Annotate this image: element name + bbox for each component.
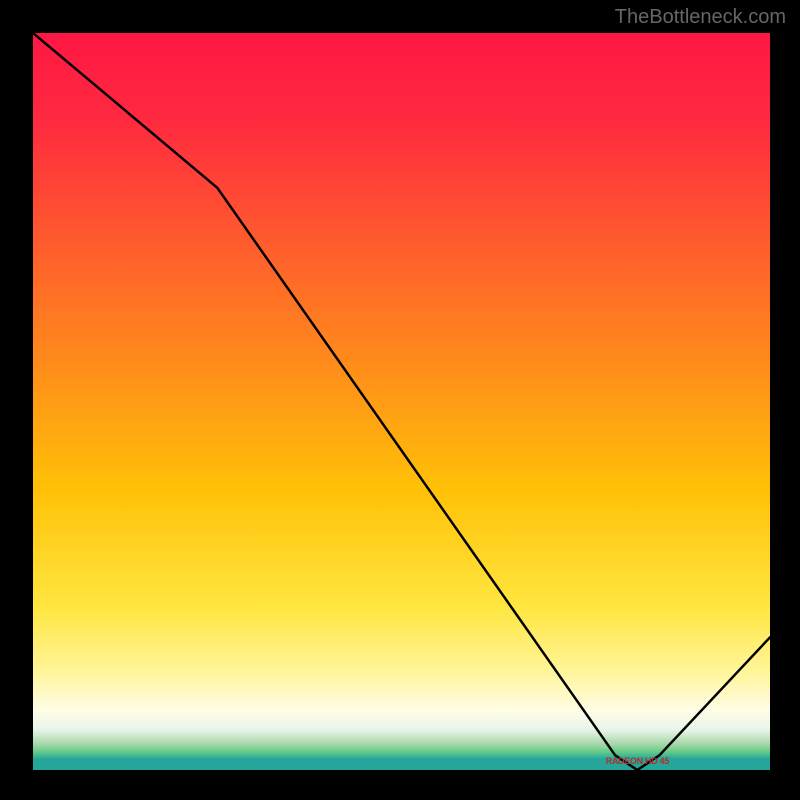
watermark-text: TheBottleneck.com	[615, 6, 786, 29]
gpu-marker-label: RADEON HD 45	[606, 756, 669, 766]
chart-plot-area: RADEON HD 45	[33, 33, 770, 770]
bottleneck-curve	[33, 33, 770, 770]
